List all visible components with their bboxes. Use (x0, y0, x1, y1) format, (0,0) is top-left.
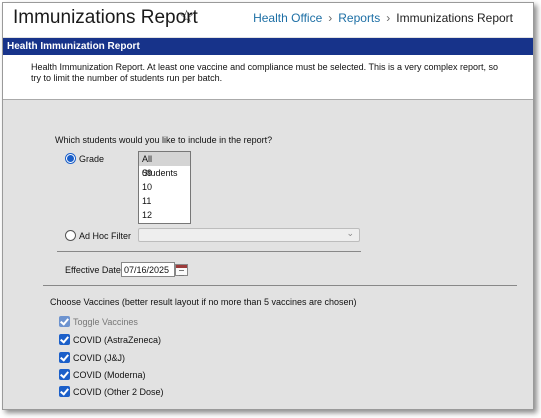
chevron-down-icon: ⌄ (346, 228, 354, 238)
grade-option-10[interactable]: 10 (139, 180, 190, 194)
toggle-vaccines-label: Toggle Vaccines (73, 317, 138, 327)
vaccine-label-other-2-dose: COVID (Other 2 Dose) (73, 387, 164, 397)
star-icon[interactable]: ☆ (179, 7, 194, 27)
vaccine-label-moderna: COVID (Moderna) (73, 370, 146, 380)
effective-date-input[interactable]: 07/16/2025 (121, 262, 175, 277)
report-description: Health Immunization Report. At least one… (3, 55, 533, 100)
grade-option-12[interactable]: 12 (139, 208, 190, 222)
divider (43, 285, 517, 286)
vaccine-checkbox-jj[interactable] (59, 352, 70, 363)
breadcrumb-separator-icon: › (386, 11, 391, 25)
adhoc-radio[interactable] (65, 230, 76, 241)
vaccines-heading: Choose Vaccines (better result layout if… (50, 297, 357, 307)
breadcrumb-current: Immunizations Report (396, 11, 513, 25)
breadcrumb-separator-icon: › (328, 11, 333, 25)
report-window: Immunizations Report ☆ Health Office › R… (2, 2, 534, 410)
section-banner: Health Immunization Report (3, 38, 533, 55)
adhoc-label: Ad Hoc Filter (79, 231, 132, 241)
effective-date-label: Effective Date: (65, 265, 124, 275)
vaccine-checkbox-astrazeneca[interactable] (59, 334, 70, 345)
calendar-icon[interactable] (175, 264, 188, 276)
breadcrumb-reports[interactable]: Reports (338, 11, 380, 25)
toggle-vaccines-checkbox[interactable] (59, 316, 70, 327)
divider (57, 251, 361, 252)
grade-label: Grade (79, 154, 105, 164)
grade-option-all[interactable]: All Students (139, 152, 190, 178)
grade-option-11[interactable]: 11 (139, 194, 190, 208)
vaccine-label-jj: COVID (J&J) (73, 353, 126, 363)
breadcrumb: Health Office › Reports › Immunizations … (253, 11, 513, 25)
grade-radio[interactable] (65, 153, 76, 164)
vaccine-checkbox-other-2-dose[interactable] (59, 386, 70, 397)
top-bar: Immunizations Report ☆ Health Office › R… (3, 3, 533, 37)
breadcrumb-health-office[interactable]: Health Office (253, 11, 322, 25)
vaccine-checkbox-moderna[interactable] (59, 369, 70, 380)
adhoc-filter-select[interactable]: ⌄ (138, 228, 360, 242)
page-title: Immunizations Report (13, 7, 198, 28)
students-question: Which students would you like to include… (55, 135, 273, 145)
grade-listbox[interactable]: All Students 09 10 11 12 (138, 151, 191, 224)
vaccine-label-astrazeneca: COVID (AstraZeneca) (73, 335, 162, 345)
